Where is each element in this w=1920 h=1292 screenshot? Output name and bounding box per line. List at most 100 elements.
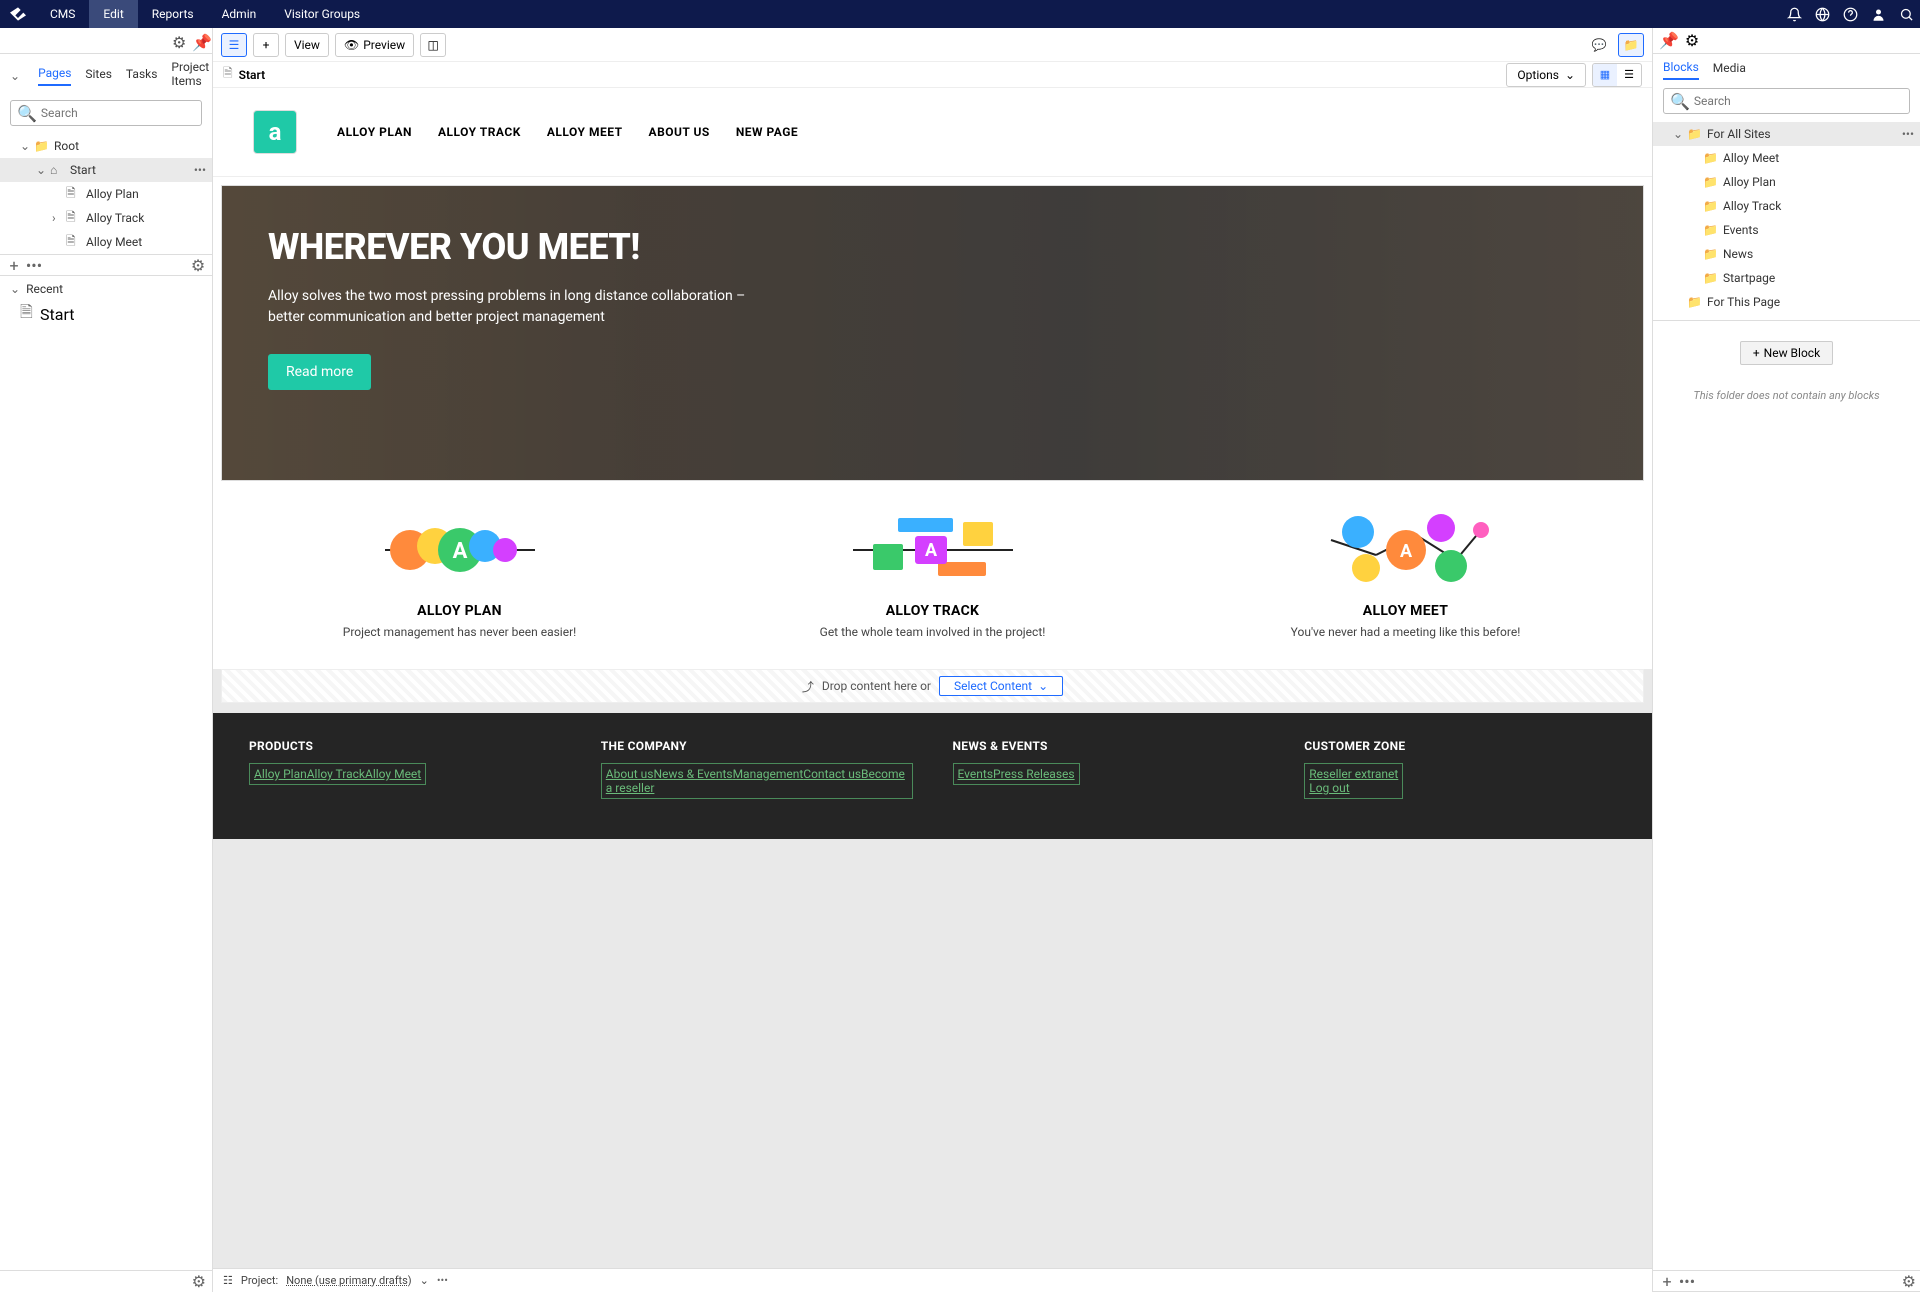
tree-label: Start [40, 305, 74, 324]
search-icon[interactable] [1892, 0, 1920, 28]
options-button[interactable]: Options ⌄ [1506, 63, 1586, 87]
select-content-button[interactable]: Select Content ⌄ [939, 676, 1063, 696]
tree-item[interactable]: 📁Events [1653, 218, 1920, 242]
pin-icon[interactable]: 📌 [192, 33, 208, 49]
tree-start[interactable]: ⌄ ⌂ Start ••• [0, 158, 212, 182]
view-button[interactable]: View [285, 33, 329, 57]
tree-item[interactable]: 📁Startpage [1653, 266, 1920, 290]
expand-icon[interactable]: ⌄ [1673, 127, 1687, 141]
notifications-icon[interactable] [1780, 0, 1808, 28]
blocks-search-input[interactable] [1694, 94, 1903, 108]
pin-icon[interactable]: 📌 [1659, 31, 1679, 50]
nav-edit[interactable]: Edit [89, 0, 137, 28]
tree-for-all-sites[interactable]: ⌄ 📁 For All Sites ••• [1653, 122, 1920, 146]
comment-icon[interactable]: 💬 [1586, 33, 1612, 57]
nav-admin[interactable]: Admin [208, 0, 271, 28]
tree-for-this-page[interactable]: 📁For This Page [1653, 290, 1920, 314]
tab-media[interactable]: Media [1713, 61, 1746, 79]
site-nav-item[interactable]: ABOUT US [649, 125, 710, 139]
footer-links-box[interactable]: EventsPress Releases [953, 763, 1080, 785]
gear-icon[interactable]: ⚙ [192, 1272, 206, 1291]
project-value[interactable]: None (use primary drafts) [286, 1274, 411, 1287]
card-alloy-plan[interactable]: A ALLOY PLAN Project management has neve… [233, 509, 686, 639]
more-icon[interactable]: ••• [194, 163, 206, 177]
compare-button[interactable]: ◫ [420, 33, 446, 57]
gear-icon[interactable]: ⚙ [172, 33, 188, 49]
more-icon[interactable]: ••• [24, 256, 44, 275]
help-icon[interactable] [1836, 0, 1864, 28]
more-icon[interactable]: ••• [1902, 127, 1914, 141]
footer-link[interactable]: Events [958, 767, 994, 781]
tree-item[interactable]: 📁Alloy Track [1653, 194, 1920, 218]
tab-project-items[interactable]: Project Items [171, 60, 209, 92]
tab-pages[interactable]: Pages [38, 66, 71, 86]
recent-header[interactable]: ⌄ Recent [0, 276, 212, 302]
preview-button[interactable]: 👁Preview [335, 33, 414, 57]
site-nav-item[interactable]: ALLOY TRACK [438, 125, 521, 139]
chevron-down-icon[interactable]: ⌄ [420, 1274, 429, 1287]
tree-view-button[interactable]: ☰ [221, 33, 247, 57]
site-logo-icon[interactable]: a [253, 110, 297, 154]
footer-link[interactable]: Press Releases [993, 767, 1075, 781]
new-block-button[interactable]: + New Block [1740, 341, 1833, 365]
globe-icon[interactable] [1808, 0, 1836, 28]
grid-view-button[interactable]: ▦ [1593, 64, 1617, 86]
content-drop-zone[interactable]: ⤴ Drop content here or Select Content ⌄ [221, 669, 1644, 703]
gear-icon[interactable]: ⚙ [1902, 1272, 1916, 1291]
expand-icon[interactable]: ⌄ [20, 139, 34, 153]
tab-sites[interactable]: Sites [85, 67, 112, 85]
gear-icon[interactable]: ⚙ [1685, 31, 1699, 50]
tree-item[interactable]: 📁News [1653, 242, 1920, 266]
footer-link[interactable]: Log out [1309, 781, 1349, 795]
assets-toggle-icon[interactable]: 📁 [1618, 33, 1644, 57]
site-nav-item[interactable]: NEW PAGE [736, 125, 798, 139]
pages-search[interactable]: 🔍 [10, 100, 202, 126]
app-logo-icon[interactable] [0, 0, 36, 28]
recent-item[interactable]: 🗎 Start [0, 302, 212, 326]
tree-item[interactable]: ›🗎 Alloy Track [0, 206, 212, 230]
footer-link[interactable]: News & Events [654, 767, 733, 781]
expand-icon[interactable]: › [52, 211, 66, 225]
tree-root[interactable]: ⌄ 📁 Root [0, 134, 212, 158]
expand-icon[interactable]: ⌄ [36, 163, 50, 177]
footer-link[interactable]: Reseller extranet [1309, 767, 1398, 781]
site-nav-item[interactable]: ALLOY PLAN [337, 125, 412, 139]
hero-block[interactable]: WHEREVER YOU MEET! Alloy solves the two … [221, 185, 1644, 481]
footer-heading: THE COMPANY [601, 739, 913, 753]
footer-link[interactable]: Alloy Meet [365, 767, 421, 781]
nav-visitor-groups[interactable]: Visitor Groups [270, 0, 374, 28]
pages-search-input[interactable] [41, 106, 197, 120]
add-icon[interactable]: + [1657, 1272, 1677, 1291]
tree-label: Alloy Plan [86, 187, 139, 201]
nav-cms[interactable]: CMS [36, 0, 89, 28]
view-mode-toggle: ▦ ☰ [1592, 63, 1642, 87]
tree-item[interactable]: 📁Alloy Plan [1653, 170, 1920, 194]
user-icon[interactable] [1864, 0, 1892, 28]
add-button[interactable]: + [253, 33, 279, 57]
nav-reports[interactable]: Reports [138, 0, 208, 28]
footer-links-box[interactable]: Reseller extranet Log out [1304, 763, 1403, 799]
footer-links-box[interactable]: Alloy PlanAlloy TrackAlloy Meet [249, 763, 426, 785]
tab-tasks[interactable]: Tasks [126, 67, 158, 85]
add-icon[interactable]: + [4, 256, 24, 275]
site-nav-item[interactable]: ALLOY MEET [547, 125, 623, 139]
footer-links-box[interactable]: About usNews & EventsManagementContact u… [601, 763, 913, 799]
tree-item[interactable]: 📁Alloy Meet [1653, 146, 1920, 170]
hero-cta-button[interactable]: Read more [268, 354, 371, 390]
card-alloy-track[interactable]: A ALLOY TRACK Get the whole team involve… [706, 509, 1159, 639]
chevron-down-icon[interactable]: ⌄ [10, 69, 20, 83]
gear-icon[interactable]: ⚙ [188, 256, 208, 275]
more-icon[interactable]: ••• [437, 1274, 448, 1287]
blocks-search[interactable]: 🔍 [1663, 88, 1910, 114]
card-alloy-meet[interactable]: A ALLOY MEET You've never had a meeting … [1179, 509, 1632, 639]
tab-blocks[interactable]: Blocks [1663, 60, 1699, 80]
footer-link[interactable]: Management [733, 767, 804, 781]
footer-link[interactable]: Alloy Track [307, 767, 365, 781]
footer-link[interactable]: Alloy Plan [254, 767, 307, 781]
list-view-button[interactable]: ☰ [1617, 64, 1641, 86]
tree-item[interactable]: 🗎 Alloy Meet [0, 230, 212, 254]
footer-link[interactable]: About us [606, 767, 654, 781]
more-icon[interactable]: ••• [1677, 1272, 1697, 1291]
tree-item[interactable]: 🗎 Alloy Plan [0, 182, 212, 206]
footer-link[interactable]: Contact us [803, 767, 861, 781]
